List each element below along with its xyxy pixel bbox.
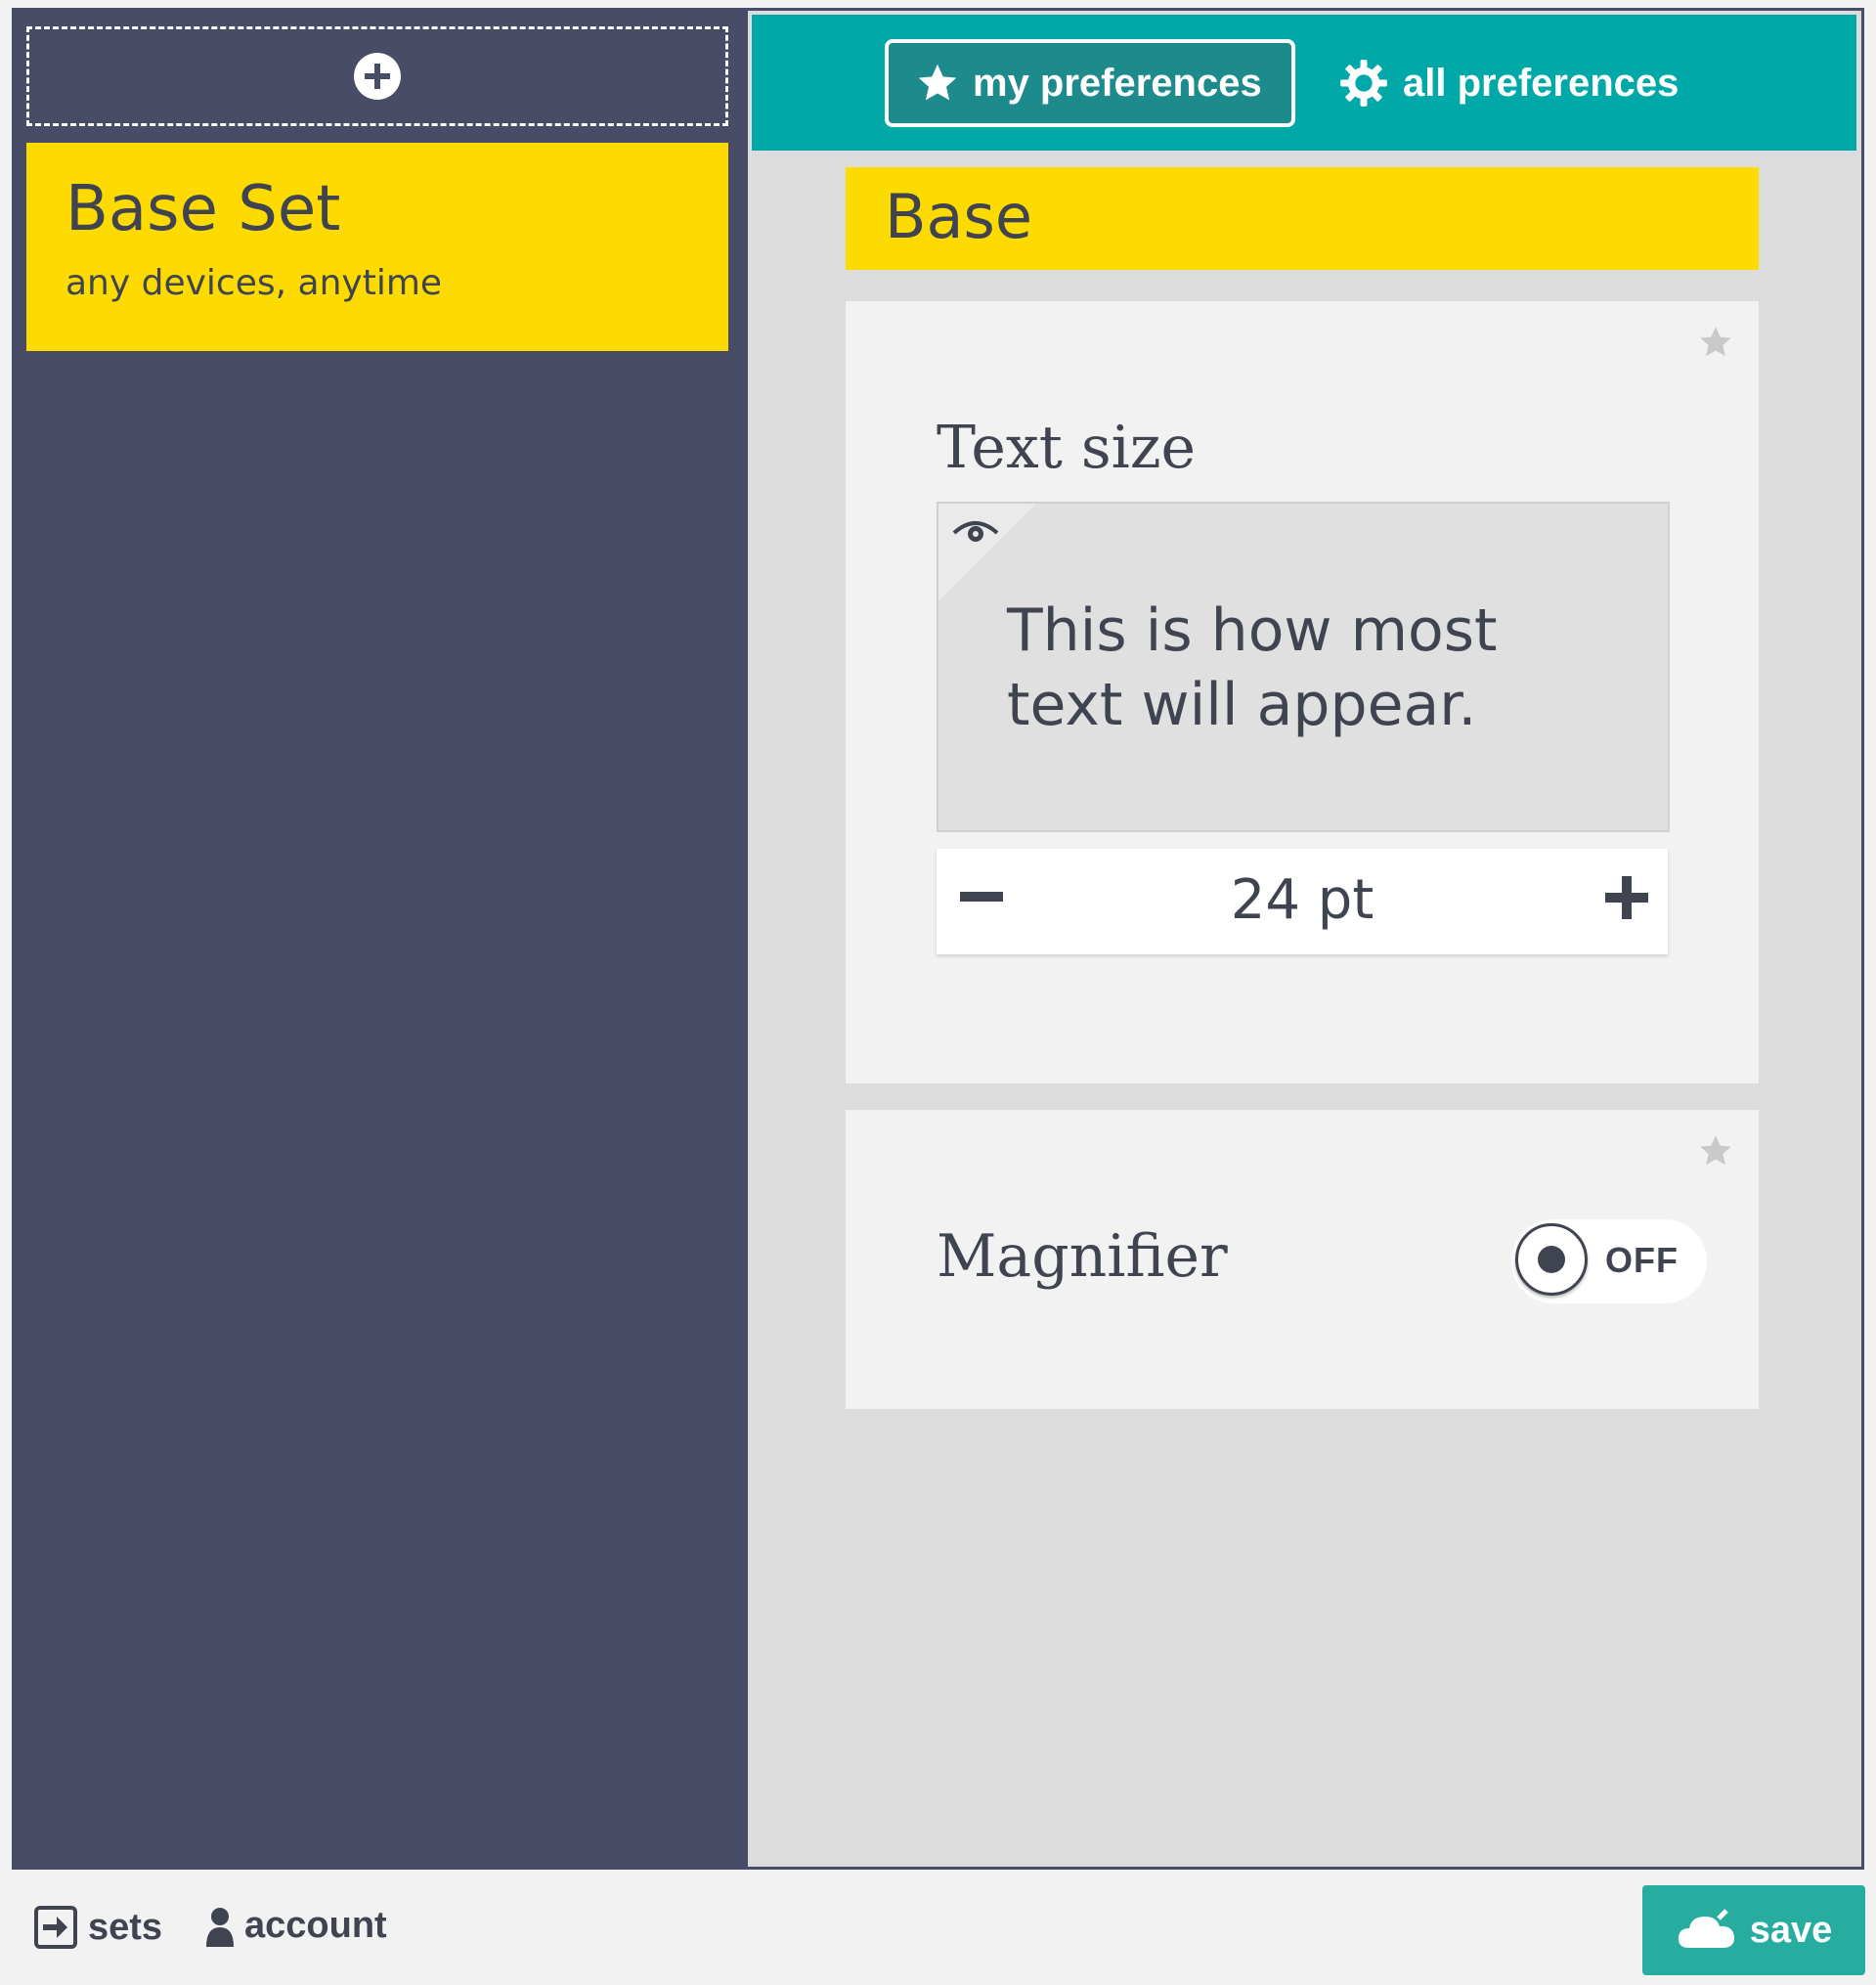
- preferences-tabbar: my preferences all preferences: [752, 15, 1856, 151]
- text-size-card: Text size This is how most text will app…: [846, 301, 1759, 1083]
- section-header: Base: [846, 167, 1759, 270]
- sign-in-icon: [34, 1906, 77, 1949]
- cloud-check-icon: [1678, 1909, 1734, 1948]
- sets-sidebar: Base Set any devices, anytime: [12, 8, 745, 1870]
- set-subtitle: any devices, anytime: [65, 263, 443, 303]
- magnifier-toggle[interactable]: OFF: [1511, 1219, 1707, 1303]
- set-title: Base Set: [65, 173, 341, 245]
- save-label: save: [1749, 1909, 1833, 1951]
- save-button[interactable]: save: [1642, 1885, 1865, 1975]
- preview-sample-text: This is how most text will appear.: [1007, 596, 1498, 739]
- set-card-base[interactable]: Base Set any devices, anytime: [26, 143, 728, 351]
- eye-icon: [952, 521, 999, 542]
- gear-icon: [1340, 60, 1387, 107]
- tab-all-preferences-label: all preferences: [1403, 61, 1680, 105]
- sets-label: sets: [88, 1906, 163, 1948]
- star-icon: [918, 64, 957, 101]
- text-size-stepper: 24 pt: [937, 849, 1668, 954]
- magnifier-label: Magnifier: [937, 1222, 1228, 1291]
- tab-my-preferences[interactable]: my preferences: [885, 39, 1295, 127]
- favorite-star-icon[interactable]: [1698, 325, 1733, 360]
- preferences-panel: my preferences all preferences Base Text: [745, 8, 1864, 1870]
- section-title: Base: [885, 181, 1032, 252]
- toggle-knob: [1515, 1223, 1588, 1296]
- favorite-star-icon[interactable]: [1698, 1133, 1733, 1169]
- text-size-preview: This is how most text will appear.: [937, 502, 1670, 832]
- increase-button[interactable]: [1605, 876, 1648, 919]
- tab-all-preferences[interactable]: all preferences: [1338, 39, 1679, 127]
- sets-link[interactable]: sets: [33, 1905, 162, 1950]
- magnifier-card: Magnifier OFF: [846, 1110, 1759, 1409]
- text-size-value: 24 pt: [1230, 868, 1374, 932]
- plus-circle-icon: [354, 53, 401, 100]
- user-icon: [206, 1907, 234, 1947]
- toggle-state: OFF: [1605, 1240, 1679, 1280]
- account-label: account: [244, 1905, 387, 1946]
- tab-my-preferences-label: my preferences: [973, 61, 1262, 105]
- add-set-button[interactable]: [26, 26, 728, 126]
- text-size-label: Text size: [937, 414, 1196, 482]
- account-link[interactable]: account: [205, 1905, 387, 1947]
